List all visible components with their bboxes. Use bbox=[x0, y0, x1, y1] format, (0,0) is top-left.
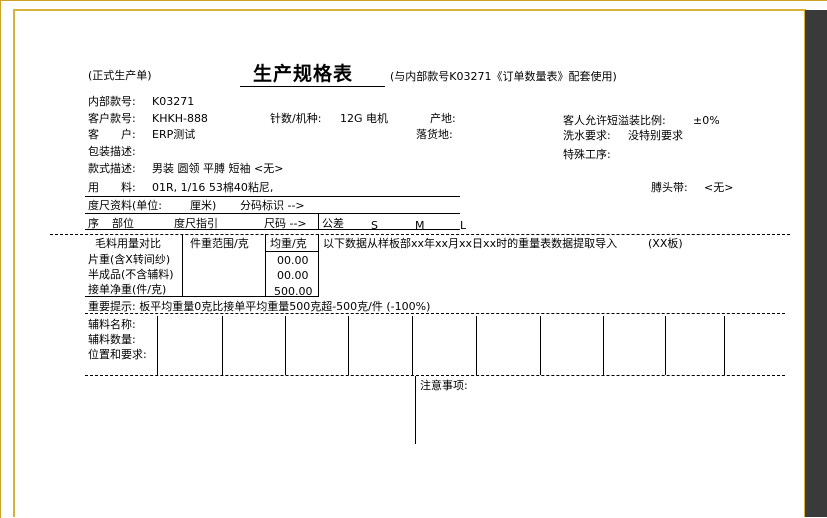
accessory-qty-label: 辅料数量: bbox=[88, 333, 136, 346]
notes-label: 注意事项: bbox=[420, 379, 468, 392]
accessory-bottom-dashed-rule bbox=[85, 375, 785, 376]
weight-warning: 重要提示: 板平均重量0克比接单平均重量500克超-500克/件 (-100%) bbox=[88, 300, 431, 313]
accessory-col-divider bbox=[603, 316, 604, 375]
waist-value: <无> bbox=[704, 181, 734, 194]
weight-col-divider-3 bbox=[318, 234, 319, 297]
weight-row-value: 00.00 bbox=[277, 269, 309, 282]
needle-value: 12G 电机 bbox=[340, 112, 389, 125]
customer-value: ERP测试 bbox=[152, 128, 196, 141]
weight-header-rule bbox=[266, 251, 318, 252]
weight-bottom-rule bbox=[85, 296, 318, 297]
formal-tag: (正式生产单) bbox=[88, 69, 152, 82]
special-process-label: 特殊工序: bbox=[563, 148, 611, 161]
weight-import-tag: (XX板) bbox=[648, 237, 683, 250]
wash-label: 洗水要求: bbox=[563, 129, 611, 142]
origin-label: 产地: bbox=[430, 112, 456, 125]
style-desc-value: 男装 圆领 平膊 短袖 <无> bbox=[152, 162, 284, 175]
notes-divider bbox=[415, 376, 416, 444]
page-subtitle: (与内部款号K03271《订单数量表》配套使用) bbox=[390, 70, 617, 83]
material-label: 用 料: bbox=[88, 181, 136, 194]
weight-row-label: 半成品(不含辅料) bbox=[88, 268, 174, 281]
material-value: 01R, 1/16 53棉40粘尼, bbox=[152, 181, 274, 194]
weight-col1-header: 毛料用量对比 bbox=[95, 237, 161, 250]
warning-dashed-rule bbox=[85, 313, 785, 314]
size-top-rule bbox=[85, 196, 460, 197]
weight-col2-header: 件重范围/克 bbox=[190, 237, 249, 250]
size-col-divider bbox=[318, 213, 319, 229]
waist-label: 膊头带: bbox=[651, 181, 688, 194]
accessory-col-divider bbox=[665, 316, 666, 375]
accessory-col-divider bbox=[285, 316, 286, 375]
accessory-col-divider bbox=[476, 316, 477, 375]
weight-row-label: 片重(含X转间纱) bbox=[88, 253, 171, 266]
needle-label: 针数/机种: bbox=[270, 112, 322, 125]
tolerance-label: 客人允许短溢装比例: bbox=[563, 114, 666, 127]
size-mid-rule bbox=[85, 213, 460, 214]
style-desc-label: 款式描述: bbox=[88, 162, 136, 175]
weight-row-label: 接单净重(件/克) bbox=[88, 283, 167, 296]
accessory-col-divider bbox=[724, 316, 725, 375]
weight-col3-header: 均重/克 bbox=[270, 237, 307, 250]
accessory-position-label: 位置和要求: bbox=[88, 348, 147, 361]
size-data-label: 度尺资料(单位: bbox=[88, 199, 162, 212]
size-bottom-rule bbox=[85, 229, 460, 230]
weight-col-divider-1 bbox=[182, 234, 183, 297]
accessory-col-divider bbox=[222, 316, 223, 375]
size-code-label: 分码标识 --> bbox=[240, 199, 305, 212]
customer-no-value: KHKH-888 bbox=[152, 112, 208, 125]
weight-row-value: 00.00 bbox=[277, 254, 309, 267]
weight-col-divider-2 bbox=[265, 234, 266, 297]
title-underline bbox=[240, 86, 385, 87]
delivery-label: 落货地: bbox=[416, 128, 453, 141]
accessory-col-divider bbox=[540, 316, 541, 375]
size-s: S bbox=[371, 219, 378, 232]
packing-label: 包装描述: bbox=[88, 145, 136, 158]
weight-top-dashed-rule bbox=[50, 234, 790, 235]
size-m: M bbox=[415, 219, 425, 232]
accessory-col-divider bbox=[157, 316, 158, 375]
tolerance-value: ±0% bbox=[693, 114, 720, 127]
customer-label: 客 户: bbox=[88, 128, 136, 141]
accessory-col-divider bbox=[412, 316, 413, 375]
internal-no-label: 内部款号: bbox=[88, 95, 136, 108]
internal-no-value: K03271 bbox=[152, 95, 195, 108]
customer-no-label: 客户款号: bbox=[88, 112, 136, 125]
weight-import-note: 以下数据从样板部xx年xx月xx日xx时的重量表数据提取导入 bbox=[323, 237, 618, 250]
size-unit: 厘米) bbox=[190, 199, 217, 212]
accessory-col-divider bbox=[348, 316, 349, 375]
accessory-name-label: 辅料名称: bbox=[88, 318, 136, 331]
preview-background bbox=[805, 10, 827, 517]
wash-value: 没特别要求 bbox=[628, 129, 683, 142]
page-title: 生产规格表 bbox=[253, 63, 354, 85]
size-l: L bbox=[460, 219, 467, 232]
